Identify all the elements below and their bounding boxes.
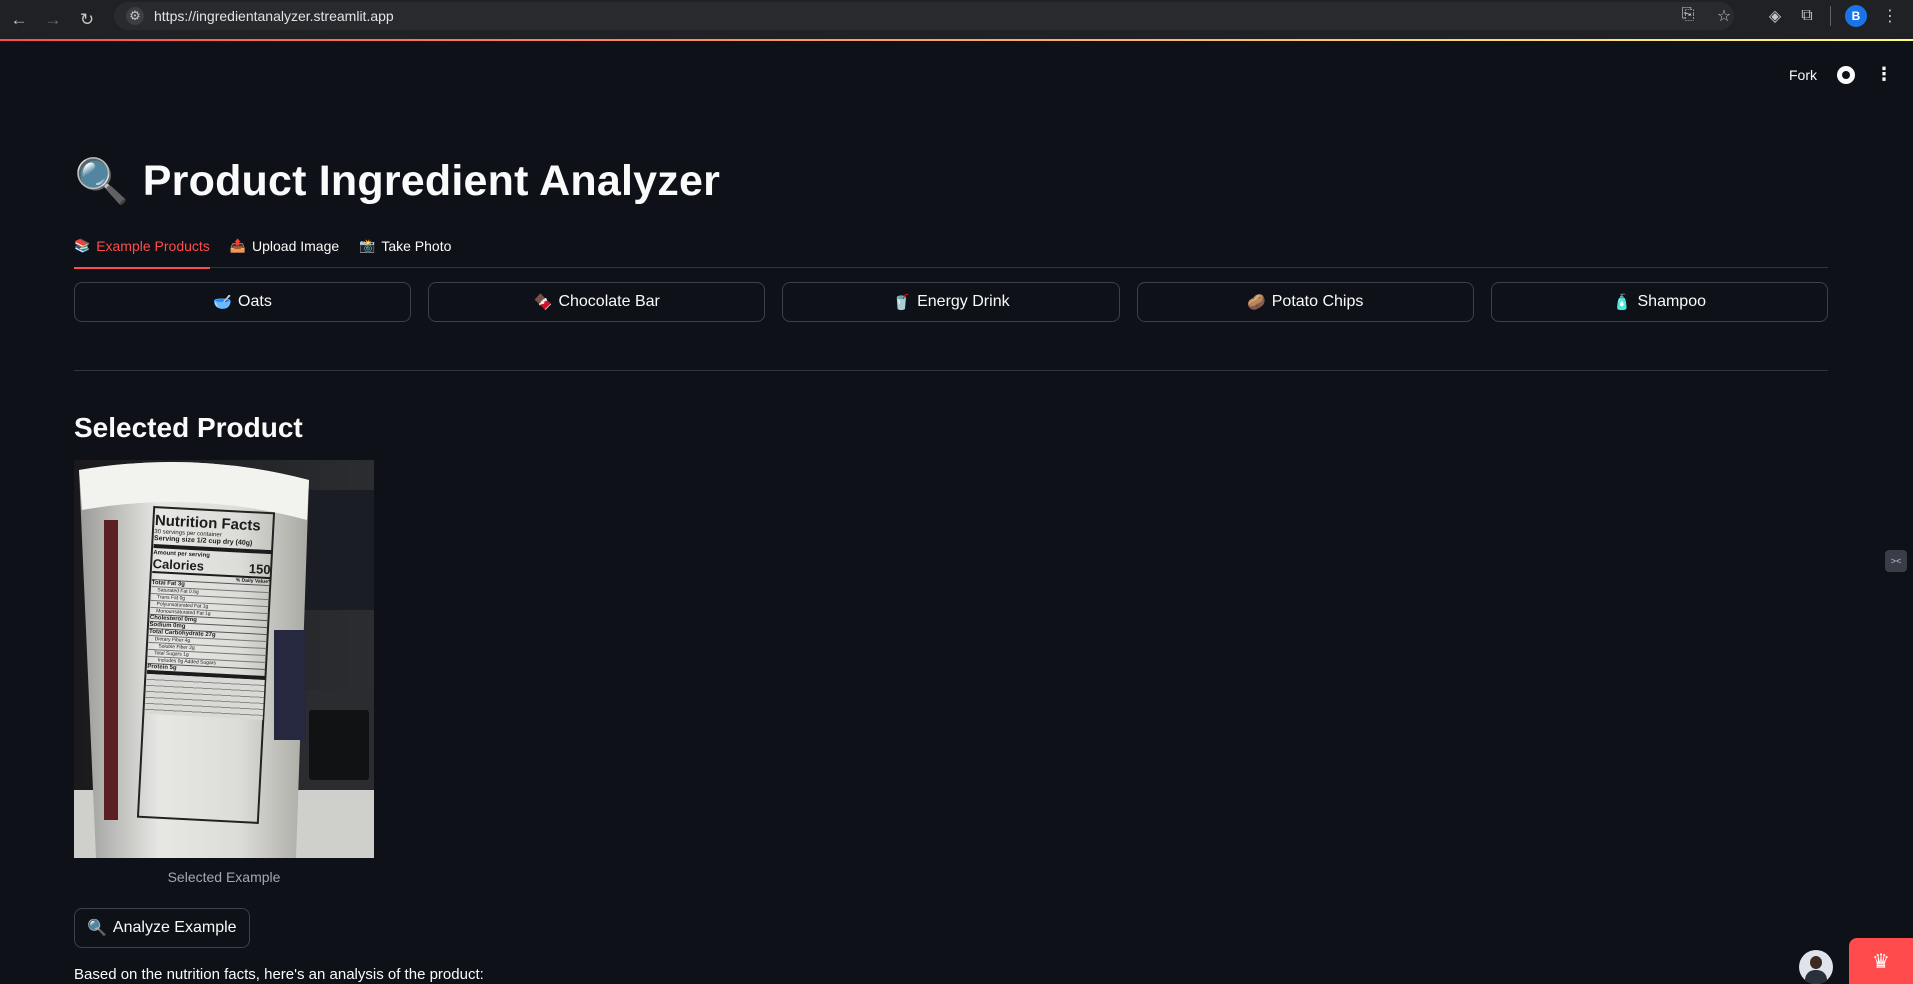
developer-avatar[interactable] [1799, 950, 1833, 984]
chocolate-bar-button[interactable]: 🍫 Chocolate Bar [428, 282, 766, 322]
button-label: Chocolate Bar [558, 293, 660, 310]
section-divider [74, 370, 1828, 371]
site-settings-icon[interactable]: ⚙ [126, 7, 144, 25]
nutrition-label: Nutrition Facts 30 servings per containe… [144, 512, 273, 720]
tab-bar: 📚 Example Products 📤 Upload Image 📸 Take… [74, 224, 1828, 269]
tab-label: Take Photo [381, 238, 452, 254]
analysis-intro-text: Based on the nutrition facts, here's an … [74, 966, 484, 983]
lotion-bottle-icon: 🧴 [1612, 294, 1632, 311]
oats-button[interactable]: 🥣 Oats [74, 282, 412, 322]
energy-drink-button[interactable]: 🥤 Energy Drink [782, 282, 1120, 322]
calories-value: 150 [248, 561, 271, 578]
profile-divider [1830, 6, 1831, 26]
forward-icon[interactable]: → [36, 5, 70, 35]
app-header: Fork ⋮ [1789, 64, 1893, 85]
potato-icon: 🥔 [1247, 294, 1266, 311]
github-icon[interactable] [1837, 65, 1855, 84]
analyze-example-button[interactable]: 🔍 Analyze Example [74, 908, 250, 948]
tab-label: Upload Image [251, 238, 340, 254]
cup-icon: 🥤 [892, 294, 912, 311]
tab-upload-image[interactable]: 📤 Upload Image [230, 224, 339, 268]
example-product-buttons: 🥣 Oats 🍫 Chocolate Bar 🥤 Energy Drink 🥔 … [74, 282, 1829, 322]
magnifier-icon: 🔍 [74, 157, 129, 206]
header-decoration-line [0, 39, 1913, 41]
product-image: Nutrition Facts 30 servings per containe… [74, 460, 374, 858]
books-icon: 📚 [74, 238, 91, 253]
extension-icon[interactable]: ◈ [1766, 6, 1784, 26]
browser-toolbar: ← → ↻ ⚙ https://ingredientanalyzer.strea… [0, 0, 1913, 40]
selected-product-heading: Selected Product [74, 412, 303, 443]
page-title: Product Ingredient Analyzer [142, 156, 721, 205]
bowl-icon: 🥣 [213, 294, 233, 311]
magnifier-icon: 🔍 [87, 920, 107, 937]
url-text[interactable]: https://ingredientanalyzer.streamlit.app [154, 8, 394, 24]
extensions-puzzle-icon[interactable]: ⧉ [1798, 7, 1816, 25]
app-menu-icon[interactable]: ⋮ [1875, 64, 1893, 85]
button-label: Energy Drink [917, 293, 1010, 310]
reload-icon[interactable]: ↻ [70, 5, 104, 35]
button-label: Oats [238, 293, 272, 310]
camera-icon: 📸 [359, 238, 376, 253]
button-label: Potato Chips [1271, 293, 1364, 310]
tab-example-products[interactable]: 📚 Example Products [74, 224, 210, 269]
calories-label: Calories [152, 555, 205, 574]
button-label: Shampoo [1637, 293, 1707, 310]
tab-take-photo[interactable]: 📸 Take Photo [359, 224, 451, 268]
page-title-row: 🔍 Product Ingredient Analyzer [74, 155, 720, 207]
upload-icon: 📤 [229, 238, 246, 253]
address-bar[interactable]: ⚙ https://ingredientanalyzer.streamlit.a… [114, 2, 1734, 30]
side-panel-toggle-icon[interactable]: >< [1885, 550, 1907, 572]
bookmark-star-icon[interactable]: ☆ [1715, 6, 1733, 26]
profile-avatar[interactable]: B [1845, 5, 1867, 27]
tab-label: Example Products [96, 238, 210, 254]
potato-chips-button[interactable]: 🥔 Potato Chips [1136, 282, 1474, 322]
vitamin-lines [144, 673, 265, 720]
shampoo-button[interactable]: 🧴 Shampoo [1490, 282, 1829, 322]
browser-menu-icon[interactable]: ⋮ [1881, 6, 1899, 26]
fork-link[interactable]: Fork [1789, 67, 1817, 83]
streamlit-crown-icon[interactable]: ♛ [1849, 938, 1913, 984]
chocolate-icon: 🍫 [533, 294, 553, 311]
back-icon[interactable]: ← [2, 5, 36, 35]
button-label: Analyze Example [112, 919, 237, 936]
image-caption: Selected Example [167, 869, 281, 885]
install-app-icon[interactable]: ⎘ [1679, 6, 1697, 26]
